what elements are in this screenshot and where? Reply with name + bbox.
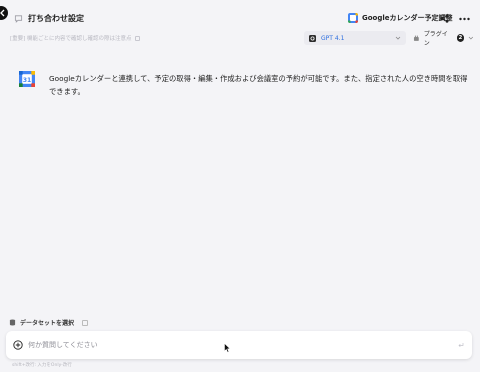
chevron-down-icon xyxy=(468,36,474,40)
send-icon[interactable] xyxy=(458,342,464,348)
footer-note: shift+改行: 入力をOnly-改行 xyxy=(12,363,72,368)
cursor-icon xyxy=(224,343,231,353)
notice-label: [重要] 機能ごとに内容で確認し確認の際は注意点 xyxy=(10,36,132,42)
back-icon[interactable] xyxy=(0,6,8,20)
dataset-label: データセットを選択 xyxy=(20,320,75,327)
plugin-count-badge: 2 xyxy=(456,34,465,42)
chevron-down-icon xyxy=(395,36,401,40)
plugin-select[interactable]: プラグイン 2 xyxy=(410,31,474,47)
google-calendar-icon: 31 xyxy=(19,71,35,87)
title-group: 打ち合わせ設定 xyxy=(14,13,84,24)
plugin-label: プラグイン xyxy=(423,31,448,47)
model-name: GPT 4.1 xyxy=(321,34,345,42)
message-input[interactable] xyxy=(28,338,448,352)
svg-text:31: 31 xyxy=(23,77,31,84)
assistant-name: Googleカレンダー予定調整 xyxy=(362,14,453,22)
page-title: 打ち合わせ設定 xyxy=(28,14,84,23)
composer xyxy=(6,331,472,359)
info-icon xyxy=(82,319,89,326)
openai-icon xyxy=(309,34,316,42)
assistant-chip[interactable]: Googleカレンダー予定調整 xyxy=(348,13,453,23)
info-icon xyxy=(134,36,140,41)
more-icon[interactable] xyxy=(459,17,470,21)
share-icon[interactable] xyxy=(440,14,449,23)
plugin-icon xyxy=(413,35,419,41)
add-icon[interactable] xyxy=(13,340,23,350)
chat-icon xyxy=(14,15,23,23)
dataset-selector[interactable]: データセットを選択 xyxy=(9,318,89,327)
google-calendar-icon xyxy=(348,13,358,23)
model-select[interactable]: GPT 4.1 xyxy=(304,31,406,45)
sub-bar: [重要] 機能ごとに内容で確認し確認の際は注意点 xyxy=(0,30,480,48)
database-icon xyxy=(9,319,16,326)
notice-text: [重要] 機能ごとに内容で確認し確認の際は注意点 xyxy=(10,34,140,42)
intro-message: Googleカレンダーと連携して、予定の取得・編集・作成および会議室の予約が可能… xyxy=(49,74,468,96)
